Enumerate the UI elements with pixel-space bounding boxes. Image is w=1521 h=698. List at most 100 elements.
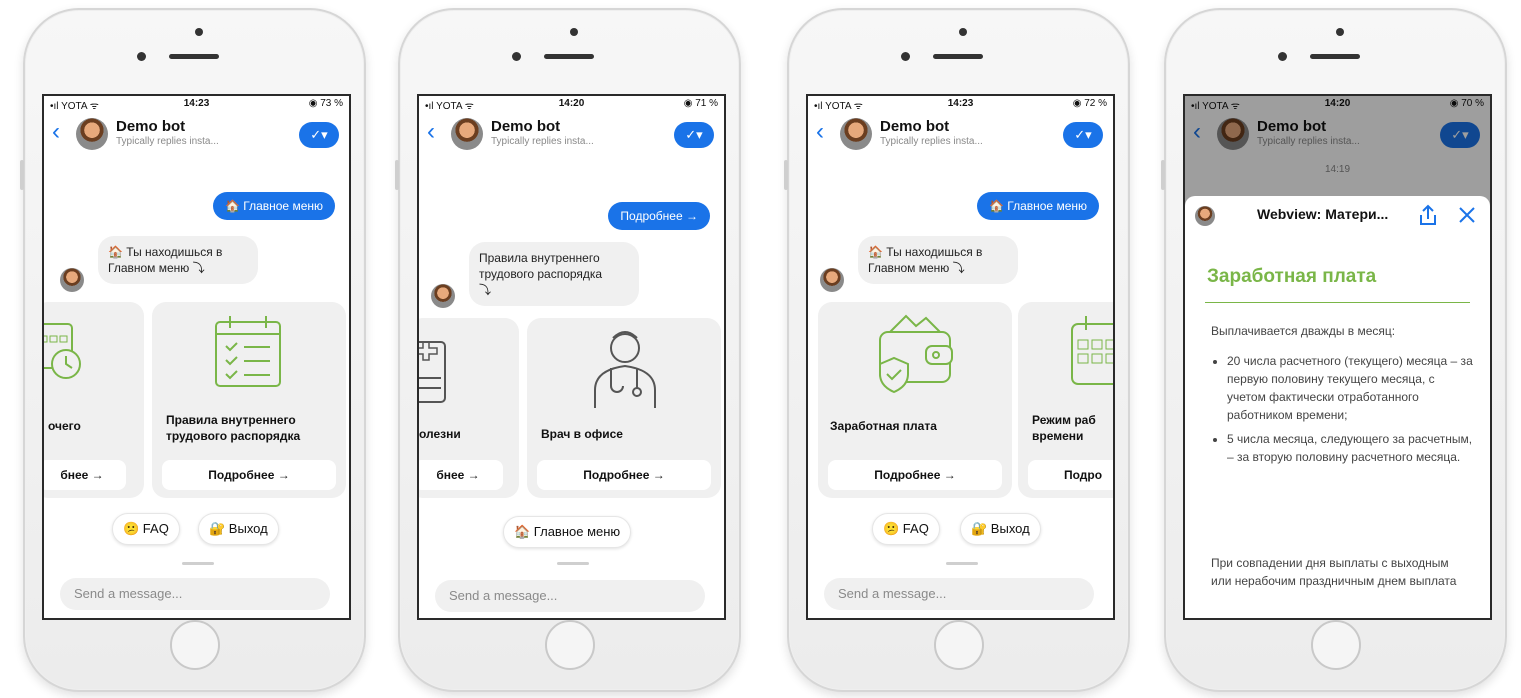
webview-heading: Заработная плата — [1207, 266, 1377, 287]
card-more-button[interactable]: Подро — [1028, 460, 1113, 490]
camera — [195, 28, 203, 36]
speaker — [1310, 54, 1360, 59]
message-input[interactable]: Send a message... — [60, 578, 330, 610]
status-time: 14:23 — [947, 98, 974, 109]
card-more-button[interactable]: Подробнее → — [162, 460, 336, 490]
bot-subtitle: Typically replies insta... — [116, 136, 219, 147]
volume-button — [1161, 160, 1165, 190]
carousel-card: очего бнее → — [44, 302, 144, 498]
message-input[interactable]: Send a message... — [824, 578, 1094, 610]
drag-handle[interactable] — [946, 562, 978, 565]
bot-avatar[interactable] — [76, 118, 108, 150]
card-more-button[interactable]: бнее → — [44, 460, 126, 490]
card-title: очего — [48, 419, 81, 433]
chat-header: ‹ Demo bot Typically replies insta... ✓▾ — [44, 112, 349, 156]
carousel-card: Правила внутреннего трудового распорядка… — [152, 302, 346, 498]
home-button[interactable] — [934, 620, 984, 670]
status-bar: •ıl YOTA ᯤ 14:20 ◉ 71 % — [419, 98, 724, 112]
webview-panel: Webview: Матери... Заработная плата Выпл… — [1185, 196, 1490, 618]
status-time: 14:20 — [558, 98, 585, 109]
incoming-line: трудового распорядка — [479, 267, 603, 281]
back-icon[interactable]: ‹ — [427, 120, 435, 144]
incoming-message: Правила внутреннего трудового распорядка… — [469, 242, 639, 306]
incoming-line: Главном меню ⤵ — [868, 261, 965, 275]
sensor — [137, 52, 146, 61]
check-menu-icon[interactable]: ✓▾ — [674, 122, 714, 148]
sensor — [1278, 52, 1287, 61]
bot-avatar[interactable] — [840, 118, 872, 150]
battery: ◉ 73 % — [308, 98, 343, 109]
drag-handle[interactable] — [182, 562, 214, 565]
phone-3: •ıl YOTA ᯤ 14:23 ◉ 72 % ‹ Demo bot Typic… — [784, 8, 1130, 692]
phone-4: •ıl YOTA ᯤ 14:20 ◉ 70 % ‹ Demo bot Typic… — [1161, 8, 1507, 692]
speaker — [169, 54, 219, 59]
bot-name: Demo bot — [880, 118, 950, 135]
outgoing-message: 🏠 Главное меню — [212, 192, 335, 220]
dim-overlay[interactable] — [1185, 96, 1490, 211]
calendar-icon — [1071, 316, 1113, 385]
bot-name: Demo bot — [116, 118, 186, 135]
webview-list: 20 числа расчетного (текущего) месяца – … — [1211, 352, 1476, 472]
phone-1: •ıl YOTA ᯤ 14:23 ◉ 73 % ‹ Demo bot Typic… — [20, 8, 366, 692]
incoming-line: Главном меню ⤵ — [108, 261, 205, 275]
carousel-card: олезни бнее → — [419, 318, 519, 498]
message-input[interactable]: Send a message... — [435, 580, 705, 612]
chat-header: ‹ Demo bot Typically replies insta... ✓▾ — [808, 112, 1113, 156]
doctor-icon — [594, 331, 656, 408]
card-more-button[interactable]: Подробнее → — [537, 460, 711, 490]
chat-header: ‹ Demo bot Typically replies insta... ✓▾ — [419, 112, 724, 156]
home-button[interactable] — [545, 620, 595, 670]
quick-reply-main-menu[interactable]: 🏠 Главное меню — [503, 516, 632, 548]
medical-document-icon — [419, 341, 446, 403]
back-icon[interactable]: ‹ — [816, 120, 824, 144]
checklist-icon — [215, 316, 281, 387]
quick-reply-exit[interactable]: 🔐 Выход — [960, 513, 1041, 545]
home-button[interactable] — [170, 620, 220, 670]
incoming-line: Правила внутреннего — [479, 251, 600, 265]
bot-avatar[interactable] — [451, 118, 483, 150]
screen: •ıl YOTA ᯤ 14:23 ◉ 72 % ‹ Demo bot Typic… — [806, 94, 1115, 620]
calendar-clock-icon — [44, 323, 81, 379]
status-bar: •ıl YOTA ᯤ 14:23 ◉ 73 % — [44, 98, 349, 112]
webview-paragraph: При совпадении дня выплаты с выходным ил… — [1211, 556, 1457, 588]
check-menu-icon[interactable]: ✓▾ — [1063, 122, 1103, 148]
back-icon[interactable]: ‹ — [52, 120, 60, 144]
home-button[interactable] — [1311, 620, 1361, 670]
outgoing-message: 🏠 Главное меню — [976, 192, 1099, 220]
status-bar: •ıl YOTA ᯤ 14:23 ◉ 72 % — [808, 98, 1113, 112]
list-item: 5 числа месяца, следующего за расчетным,… — [1227, 430, 1476, 466]
webview-avatar — [1195, 206, 1215, 226]
card-title: Заработная плата — [830, 419, 937, 433]
bot-subtitle: Typically replies insta... — [491, 136, 594, 147]
close-icon[interactable] — [1458, 206, 1476, 224]
card-title-line: Режим раб — [1032, 413, 1096, 427]
card-title-line: трудового распорядка — [166, 429, 301, 443]
sensor — [901, 52, 910, 61]
card-title: Режим раб времени — [1032, 412, 1096, 444]
quick-reply-faq[interactable]: 😕 FAQ — [112, 513, 180, 545]
share-icon[interactable] — [1418, 204, 1438, 226]
screen: •ıl YOTA ᯤ 14:23 ◉ 73 % ‹ Demo bot Typic… — [42, 94, 351, 620]
webview-intro: Выплачивается дважды в месяц: — [1211, 324, 1396, 338]
card-title: Правила внутреннего трудового распорядка — [166, 412, 300, 444]
drag-handle[interactable] — [557, 562, 589, 565]
card-more-button[interactable]: бнее → — [419, 460, 503, 490]
carousel-card: Заработная плата Подробнее → — [818, 302, 1012, 498]
bot-message-avatar — [820, 268, 844, 292]
wallet-shield-icon — [879, 314, 953, 394]
incoming-message: 🏠 Ты находишься в Главном меню ⤵ — [98, 236, 258, 284]
incoming-line: ⤵ — [479, 283, 492, 297]
quick-reply-exit[interactable]: 🔐 Выход — [198, 513, 279, 545]
card-title-line: Правила внутреннего — [166, 413, 296, 427]
volume-button — [395, 160, 399, 190]
check-menu-icon[interactable]: ✓▾ — [299, 122, 339, 148]
speaker — [544, 54, 594, 59]
quick-reply-faq[interactable]: 😕 FAQ — [872, 513, 940, 545]
card-more-button[interactable]: Подробнее → — [828, 460, 1002, 490]
phone-2: •ıl YOTA ᯤ 14:20 ◉ 71 % ‹ Demo bot Typic… — [395, 8, 741, 692]
bot-message-avatar — [60, 268, 84, 292]
heading-divider — [1205, 302, 1470, 303]
card-title: олезни — [419, 427, 461, 441]
incoming-line: 🏠 Ты находишься в — [108, 245, 223, 259]
screen: •ıl YOTA ᯤ 14:20 ◉ 71 % ‹ Demo bot Typic… — [417, 94, 726, 620]
